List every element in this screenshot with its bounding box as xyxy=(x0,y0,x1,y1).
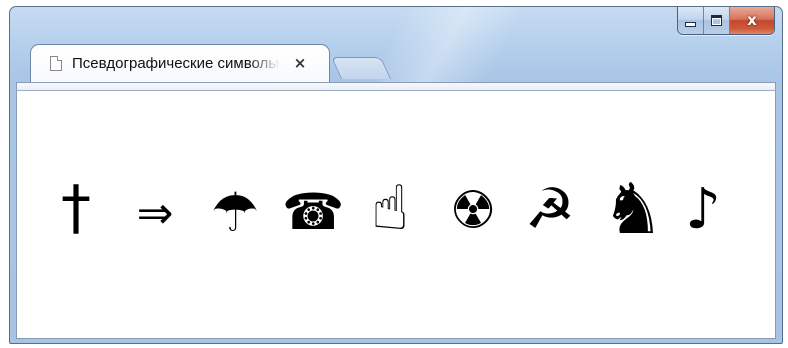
pointing-finger-symbol: ☝ xyxy=(371,171,409,244)
music-note-symbol: ♪ xyxy=(685,177,721,242)
tab-strip: Псевдографические символы × xyxy=(20,44,760,84)
telephone-symbol: ☎ xyxy=(282,183,345,241)
umbrella-symbol: ☂ xyxy=(210,181,260,244)
symbol-row: † ⇒ ☂ ☎ ☝ ☢ ☭ ♞ ♪ xyxy=(17,91,775,338)
window-controls: x xyxy=(677,7,775,35)
close-icon: x xyxy=(747,11,757,29)
page-content: † ⇒ ☂ ☎ ☝ ☢ ☭ ♞ ♪ xyxy=(16,91,776,339)
tab-active[interactable]: Псевдографические символы × xyxy=(30,44,330,83)
chess-knight-symbol: ♞ xyxy=(601,168,665,250)
toolbar xyxy=(16,82,776,91)
maximize-icon xyxy=(711,15,722,26)
close-window-button[interactable]: x xyxy=(730,7,774,34)
radioactive-symbol: ☢ xyxy=(449,181,497,241)
minimize-icon xyxy=(685,22,696,27)
dagger-symbol: † xyxy=(61,173,91,243)
maximize-button[interactable] xyxy=(704,7,730,34)
minimize-button[interactable] xyxy=(678,7,704,34)
hammer-sickle-symbol: ☭ xyxy=(524,177,576,242)
page-icon xyxy=(50,56,62,71)
new-tab-button[interactable] xyxy=(330,57,392,79)
double-arrow-symbol: ⇒ xyxy=(136,188,174,239)
tab-close-icon[interactable]: × xyxy=(291,53,309,73)
browser-window: x Псевдографические символы × † ⇒ ☂ ☎ ☝ … xyxy=(9,6,783,344)
tab-title: Псевдографические символы xyxy=(72,55,280,72)
